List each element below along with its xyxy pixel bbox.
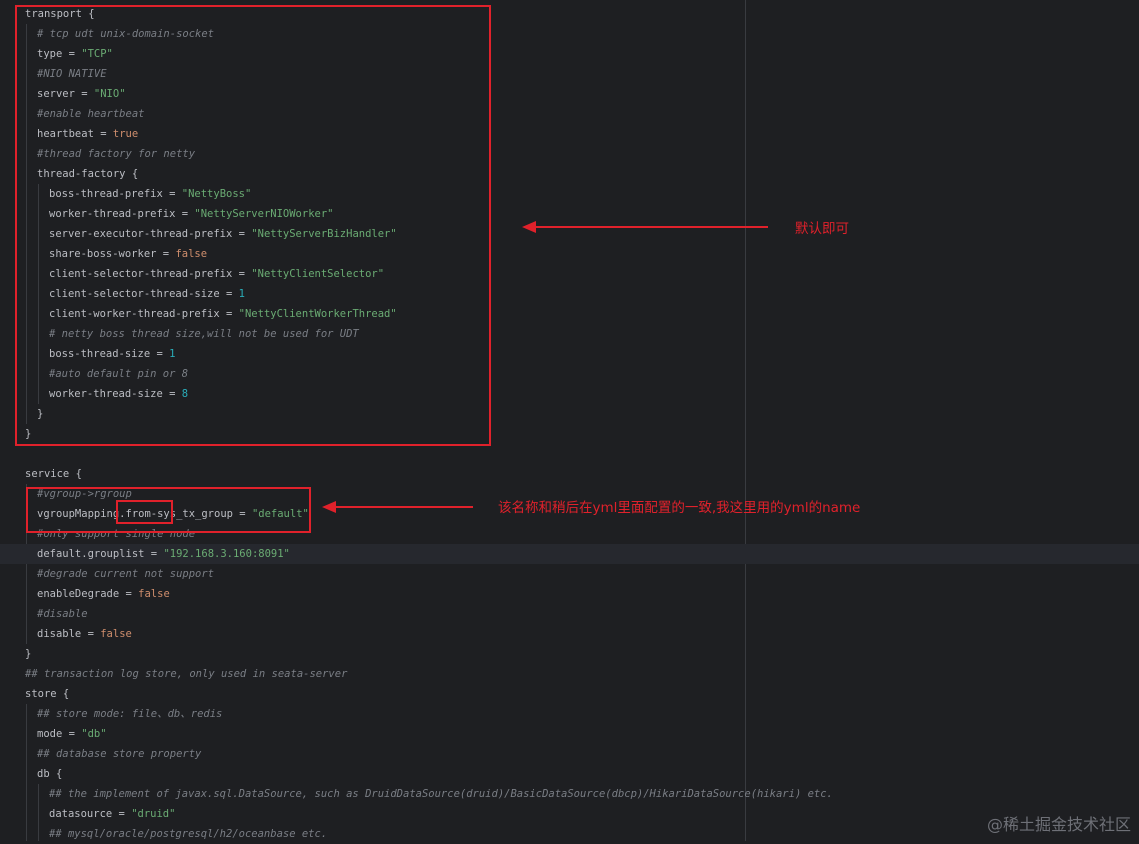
token-comment: ## store mode: file、db、redis: [37, 708, 223, 720]
token-brace: }: [25, 648, 32, 660]
token-comment: ## database store property: [37, 748, 202, 760]
code-line[interactable]: ## transaction log store, only used in s…: [0, 664, 1139, 684]
code-line[interactable]: #disable: [0, 604, 1139, 624]
token-key: mode: [37, 728, 63, 740]
token-comment: ## mysql/oracle/postgresql/h2/oceanbase …: [49, 828, 328, 840]
code-line[interactable]: ## database store property: [0, 744, 1139, 764]
code-line[interactable]: db {: [0, 764, 1139, 784]
token-key: enableDegrade: [37, 588, 120, 600]
token-operator: =: [81, 628, 101, 640]
annotation-default-ok: 默认即可: [795, 221, 849, 237]
code-line[interactable]: datasource = "druid": [0, 804, 1139, 824]
token-key: disable: [37, 628, 82, 640]
group-name-highlight-box: [116, 500, 173, 524]
token-key: default.grouplist: [37, 548, 145, 560]
token-operator: =: [62, 728, 82, 740]
annotation-name-note: 该名称和稍后在yml里面配置的一致,我这里用的yml的name: [498, 500, 861, 516]
token-string: "192.168.3.160:8091": [163, 548, 290, 560]
token-key: datasource: [49, 808, 113, 820]
code-line[interactable]: #degrade current not support: [0, 564, 1139, 584]
token-boolean: false: [138, 588, 170, 600]
code-line[interactable]: store {: [0, 684, 1139, 704]
code-line[interactable]: mode = "db": [0, 724, 1139, 744]
transport-highlight-box: [15, 5, 491, 446]
token-string: "druid": [131, 808, 176, 820]
token-comment: ## the implement of javax.sql.DataSource…: [49, 788, 833, 800]
token-key: store {: [25, 688, 70, 700]
code-line[interactable]: }: [0, 644, 1139, 664]
token-string: "db": [81, 728, 107, 740]
arrow-left-icon: [522, 221, 768, 233]
token-boolean: false: [100, 628, 132, 640]
token-comment: #degrade current not support: [37, 568, 215, 580]
watermark: @稀土掘金技术社区: [986, 815, 1131, 834]
code-line-current[interactable]: default.grouplist = "192.168.3.160:8091": [0, 544, 1139, 564]
code-line[interactable]: service {: [0, 464, 1139, 484]
token-operator: =: [119, 588, 139, 600]
code-line[interactable]: ## store mode: file、db、redis: [0, 704, 1139, 724]
code-line[interactable]: enableDegrade = false: [0, 584, 1139, 604]
token-key: service {: [25, 468, 82, 480]
code-line[interactable]: ## mysql/oracle/postgresql/h2/oceanbase …: [0, 824, 1139, 844]
token-comment: #disable: [37, 608, 88, 620]
token-operator: =: [112, 808, 132, 820]
arrow-left-icon: [322, 501, 473, 513]
code-line[interactable]: disable = false: [0, 624, 1139, 644]
token-key: db {: [37, 768, 63, 780]
token-comment: ## transaction log store, only used in s…: [25, 668, 348, 680]
code-line[interactable]: ## the implement of javax.sql.DataSource…: [0, 784, 1139, 804]
token-operator: =: [144, 548, 164, 560]
